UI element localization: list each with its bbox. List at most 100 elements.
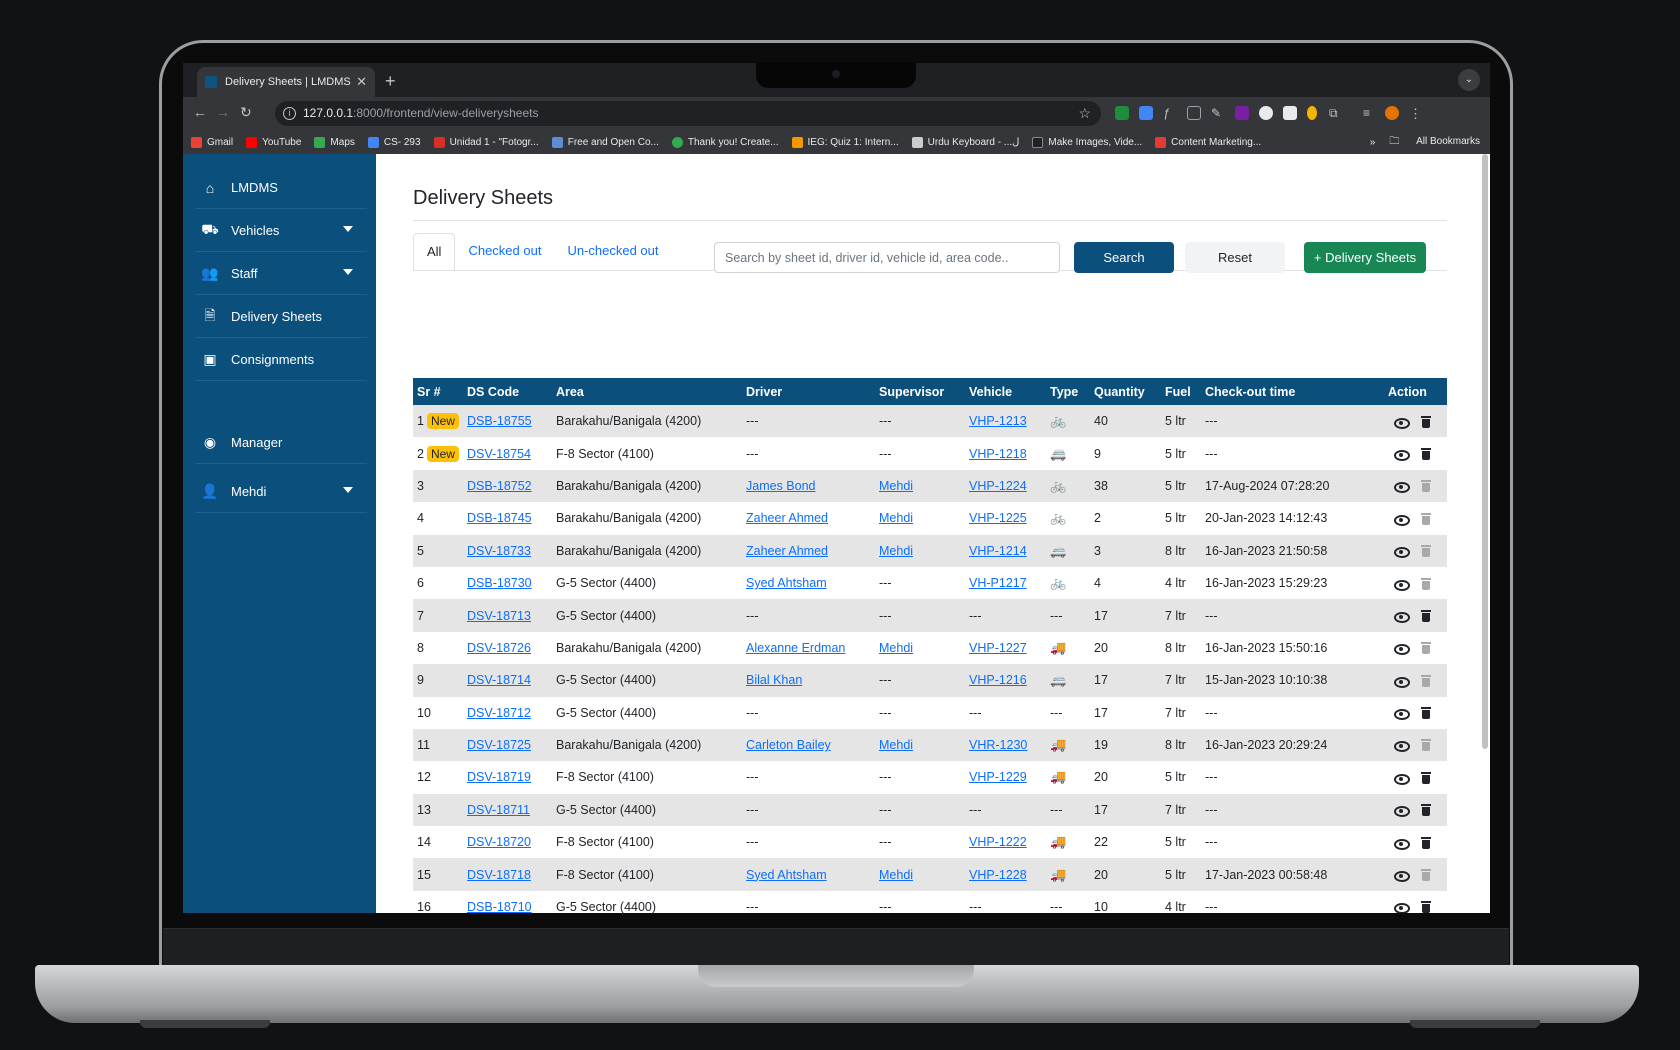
ds-code-link[interactable]: DSV-18733 bbox=[467, 544, 531, 558]
profile-avatar[interactable] bbox=[1385, 106, 1399, 120]
translate-extension-icon[interactable] bbox=[1139, 106, 1153, 120]
ds-code-link[interactable]: DSB-18745 bbox=[467, 511, 532, 525]
sidebar-item-vehicles[interactable]: ⛟ Vehicles bbox=[195, 210, 367, 252]
formula-extension-icon[interactable]: ƒ bbox=[1163, 106, 1177, 120]
ds-code-link[interactable]: DSV-18725 bbox=[467, 738, 531, 752]
eye-icon[interactable] bbox=[1394, 512, 1410, 526]
reload-icon[interactable]: ↻ bbox=[240, 104, 252, 121]
kebab-menu-icon[interactable]: ⋮ bbox=[1409, 106, 1423, 121]
vehicle-link[interactable]: VHP-1222 bbox=[969, 835, 1027, 849]
sidebar-item-lmdms[interactable]: ⌂ LMDMS bbox=[195, 167, 367, 209]
reset-button[interactable]: Reset bbox=[1185, 242, 1285, 273]
vehicle-link[interactable]: VHP-1213 bbox=[969, 414, 1027, 428]
bookmark-item[interactable]: Gmail bbox=[191, 136, 233, 148]
eye-icon[interactable] bbox=[1394, 447, 1410, 461]
bookmark-item[interactable]: Free and Open Co... bbox=[551, 136, 659, 148]
eye-icon[interactable] bbox=[1394, 738, 1410, 753]
ds-code-link[interactable]: DSV-18754 bbox=[467, 447, 531, 461]
scrollbar[interactable] bbox=[1482, 154, 1488, 749]
vehicle-link[interactable]: VHR-1230 bbox=[969, 738, 1027, 752]
ds-code-link[interactable]: DSV-18713 bbox=[467, 609, 531, 623]
ds-code-link[interactable]: DSV-18726 bbox=[467, 641, 531, 655]
bookmark-star-icon[interactable]: ☆ bbox=[1078, 101, 1091, 126]
close-icon[interactable]: ✕ bbox=[356, 74, 367, 90]
supervisor-link[interactable]: Mehdi bbox=[879, 868, 913, 882]
more-bookmarks-icon[interactable]: » bbox=[1370, 137, 1376, 148]
site-info-icon[interactable]: i bbox=[283, 107, 296, 120]
driver-link[interactable]: Zaheer Ahmed bbox=[746, 511, 828, 525]
window-extension-icon[interactable] bbox=[1187, 106, 1201, 120]
driver-link[interactable]: James Bond bbox=[746, 479, 815, 493]
ds-code-link[interactable]: DSV-18718 bbox=[467, 868, 531, 882]
screenshot-extension-icon[interactable] bbox=[1283, 106, 1297, 120]
search-button[interactable]: Search bbox=[1074, 242, 1174, 273]
bookmark-item[interactable]: Content Marketing... bbox=[1155, 136, 1261, 148]
driver-link[interactable]: Carleton Bailey bbox=[746, 738, 831, 752]
supervisor-link[interactable]: Mehdi bbox=[879, 479, 913, 493]
eye-icon[interactable] bbox=[1394, 836, 1410, 850]
ds-code-link[interactable]: DSV-18711 bbox=[467, 803, 530, 817]
address-bar[interactable]: i 127.0.0.1:8000/frontend/view-deliverys… bbox=[275, 101, 1101, 126]
bookmark-item[interactable]: Make Images, Vide... bbox=[1032, 136, 1142, 148]
vehicle-link[interactable]: VHP-1228 bbox=[969, 868, 1027, 882]
forward-icon[interactable]: → bbox=[216, 104, 230, 120]
vehicle-link[interactable]: VHP-1225 bbox=[969, 511, 1027, 525]
bookmark-item[interactable]: IEG: Quiz 1: Intern... bbox=[791, 136, 899, 148]
add-delivery-sheet-button[interactable]: + Delivery Sheets bbox=[1304, 242, 1426, 273]
new-tab-icon[interactable]: + bbox=[385, 71, 396, 92]
ghost-extension-icon[interactable] bbox=[1259, 106, 1273, 120]
driver-link[interactable]: Zaheer Ahmed bbox=[746, 544, 828, 558]
back-icon[interactable]: ← bbox=[193, 104, 207, 120]
supervisor-link[interactable]: Mehdi bbox=[879, 738, 913, 752]
eye-icon[interactable] bbox=[1394, 868, 1410, 883]
eye-icon[interactable] bbox=[1394, 674, 1410, 688]
dictionary-extension-icon[interactable] bbox=[1235, 106, 1249, 120]
eye-icon[interactable] bbox=[1394, 609, 1410, 623]
all-bookmarks-folder[interactable]: 🗀 All Bookmarks bbox=[1389, 134, 1480, 151]
vehicle-link[interactable]: VHP-1227 bbox=[969, 641, 1027, 655]
extension-icon[interactable] bbox=[1115, 106, 1129, 120]
ds-code-link[interactable]: DSV-18714 bbox=[467, 673, 531, 687]
ds-code-link[interactable]: DSV-18712 bbox=[467, 706, 531, 720]
eye-icon[interactable] bbox=[1394, 544, 1410, 559]
vehicle-link[interactable]: VHP-1214 bbox=[969, 544, 1027, 558]
eye-icon[interactable] bbox=[1394, 771, 1410, 785]
trash-icon[interactable] bbox=[1420, 706, 1434, 720]
bookmark-item[interactable]: Unidad 1 - "Fotogr... bbox=[433, 136, 539, 148]
trash-icon[interactable] bbox=[1420, 771, 1434, 785]
supervisor-link[interactable]: Mehdi bbox=[879, 544, 913, 558]
honey-extension-icon[interactable] bbox=[1307, 106, 1317, 120]
eye-icon[interactable] bbox=[1394, 803, 1410, 818]
trash-icon[interactable] bbox=[1420, 900, 1434, 913]
trash-icon[interactable] bbox=[1420, 803, 1434, 817]
ds-code-link[interactable]: DSB-18755 bbox=[467, 414, 532, 428]
driver-link[interactable]: Syed Ahtsham bbox=[746, 868, 827, 882]
bookmark-item[interactable]: Maps bbox=[314, 136, 355, 148]
puzzle-extensions-icon[interactable]: ⧉ bbox=[1329, 106, 1343, 120]
pen-extension-icon[interactable]: ✎ bbox=[1211, 106, 1225, 120]
sidebar-item-manager[interactable]: ◉ Manager bbox=[195, 422, 367, 464]
supervisor-link[interactable]: Mehdi bbox=[879, 641, 913, 655]
eye-icon[interactable] bbox=[1394, 577, 1410, 591]
vehicle-link[interactable]: VHP-1224 bbox=[969, 479, 1027, 493]
driver-link[interactable]: Syed Ahtsham bbox=[746, 576, 827, 590]
sidebar-item-staff[interactable]: 👥 Staff bbox=[195, 253, 367, 295]
eye-icon[interactable] bbox=[1394, 900, 1410, 913]
sidebar-item-delivery-sheets[interactable]: 🗎 Delivery Sheets bbox=[195, 296, 367, 338]
trash-icon[interactable] bbox=[1420, 609, 1434, 623]
vehicle-link[interactable]: VHP-1218 bbox=[969, 447, 1027, 461]
sidebar-item-user-mehdi[interactable]: 👤 Mehdi bbox=[195, 471, 367, 513]
sidebar-item-consignments[interactable]: ▣ Consignments bbox=[195, 339, 367, 381]
bookmark-item[interactable]: Urdu Keyboard - ...ل bbox=[911, 136, 1019, 148]
tab-all[interactable]: All bbox=[413, 233, 456, 271]
bookmark-item[interactable]: YouTube bbox=[246, 136, 301, 148]
trash-icon[interactable] bbox=[1420, 415, 1434, 429]
bookmark-item[interactable]: Thank you! Create... bbox=[671, 136, 779, 148]
search-input[interactable] bbox=[714, 242, 1060, 273]
eye-icon[interactable] bbox=[1394, 479, 1410, 494]
chevron-down-icon[interactable]: ⌄ bbox=[1458, 69, 1480, 91]
trash-icon[interactable] bbox=[1420, 836, 1434, 850]
ds-code-link[interactable]: DSV-18720 bbox=[467, 835, 531, 849]
driver-link[interactable]: Bilal Khan bbox=[746, 673, 802, 687]
supervisor-link[interactable]: Mehdi bbox=[879, 511, 913, 525]
